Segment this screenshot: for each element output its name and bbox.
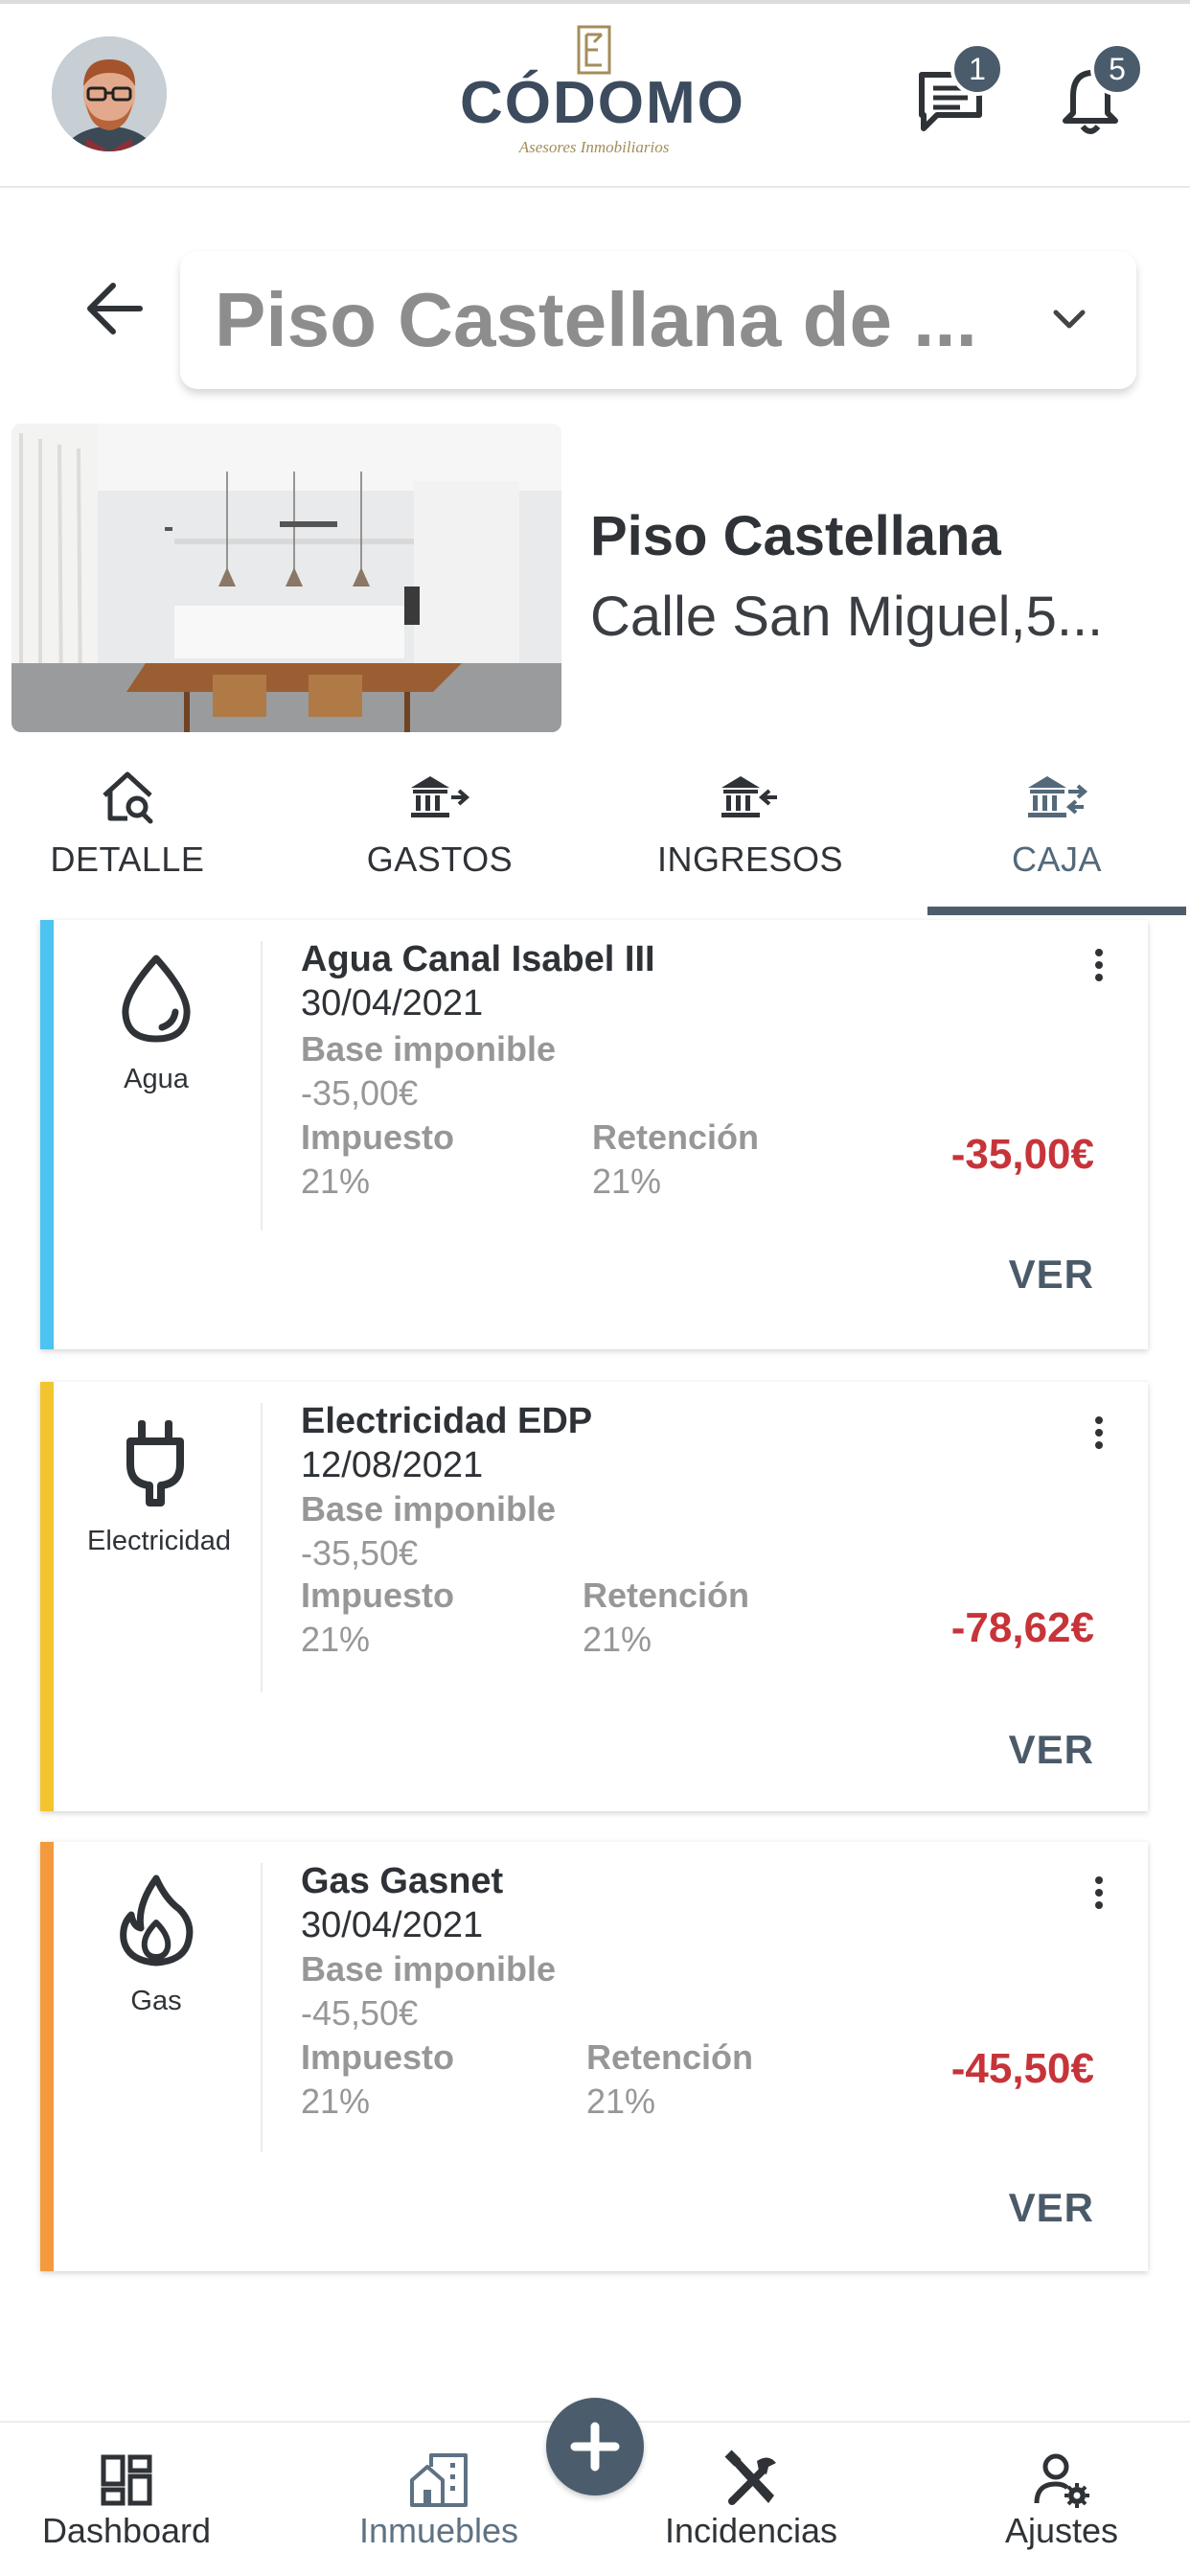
dashboard-icon	[101, 2454, 152, 2506]
add-button[interactable]	[546, 2398, 644, 2496]
back-button[interactable]	[79, 272, 151, 345]
nav-inmuebles-label: Inmuebles	[358, 2511, 519, 2550]
view-button[interactable]: VER	[1009, 1252, 1094, 1298]
view-button[interactable]: VER	[1009, 1727, 1094, 1773]
nav-incidencias[interactable]: Incidencias	[653, 2423, 849, 2576]
active-tab-indicator	[927, 907, 1186, 915]
card-divider	[261, 1863, 263, 2152]
transaction-date: 30/04/2021	[301, 1905, 484, 1945]
card-divider	[261, 941, 263, 1230]
property-selector-value: Piso Castellana de ...	[215, 277, 977, 362]
tab-gastos[interactable]: GASTOS	[291, 757, 588, 918]
view-button[interactable]: VER	[1009, 2185, 1094, 2231]
logo-subtitle: Asesores Inmobiliarios	[518, 138, 670, 156]
retention-value: 21%	[586, 2082, 656, 2121]
user-settings-icon	[1034, 2453, 1089, 2508]
avatar-portrait-icon	[52, 36, 167, 151]
tax-value: 21%	[301, 1162, 371, 1201]
logo-name: CÓDOMO	[460, 70, 745, 136]
card-divider	[261, 1403, 263, 1692]
tools-icon	[724, 2450, 776, 2505]
tax-label: Impuesto	[301, 1576, 455, 1615]
base-label: Base imponible	[301, 1489, 557, 1529]
retention-value: 21%	[592, 1162, 662, 1201]
nav-dashboard[interactable]: Dashboard	[21, 2423, 232, 2576]
retention-value: 21%	[583, 1620, 652, 1659]
transaction-card[interactable]: Agua Agua Canal Isabel III 30/04/2021 Ba…	[40, 920, 1148, 1349]
nav-dashboard-label: Dashboard	[41, 2511, 212, 2550]
plug-icon	[126, 1420, 184, 1506]
transaction-date: 12/08/2021	[301, 1445, 484, 1485]
category-color-bar	[40, 1842, 54, 2271]
tab-detalle[interactable]: DETALLE	[0, 757, 276, 918]
property-tabs: DETALLE GASTOS INGRESOS CAJA	[0, 757, 1190, 918]
notifications-button[interactable]: 5	[1052, 42, 1144, 140]
tab-gastos-label: GASTOS	[366, 840, 514, 879]
nav-incidencias-label: Incidencias	[664, 2511, 838, 2550]
retention-label: Retención	[592, 1117, 760, 1157]
logo-mark-icon	[577, 25, 611, 75]
plus-icon	[570, 2422, 620, 2472]
tab-caja-label: CAJA	[1011, 840, 1103, 879]
water-drop-icon	[122, 954, 191, 1043]
messages-button[interactable]: 1	[912, 42, 1004, 140]
transaction-amount: -78,62€	[950, 1604, 1094, 1651]
category-label: Electricidad	[87, 1526, 231, 1556]
base-value: -35,50€	[301, 1533, 419, 1573]
bank-out-icon	[411, 776, 470, 817]
transaction-amount: -35,00€	[950, 1131, 1094, 1178]
buildings-icon	[410, 2453, 468, 2507]
transaction-card[interactable]: Gas Gas Gasnet 30/04/2021 Base imponible…	[40, 1842, 1148, 2271]
nav-ajustes-label: Ajustes	[1004, 2511, 1119, 2550]
retention-label: Retención	[583, 1576, 750, 1615]
transaction-amount: -45,50€	[950, 2045, 1094, 2092]
kitchen-photo-icon	[11, 424, 561, 732]
tab-detalle-label: DETALLE	[50, 840, 205, 879]
tax-value: 21%	[301, 2082, 371, 2121]
nav-ajustes[interactable]: Ajustes	[977, 2423, 1146, 2576]
property-address: Calle San Miguel,5...	[590, 586, 1104, 648]
base-value: -35,00€	[301, 1073, 419, 1113]
nav-inmuebles[interactable]: Inmuebles	[335, 2423, 542, 2576]
transaction-title: Electricidad EDP	[301, 1401, 593, 1441]
messages-badge: 1	[950, 42, 1004, 96]
transaction-title: Agua Canal Isabel III	[301, 939, 655, 979]
bank-in-icon	[721, 776, 777, 817]
codomo-logo: CÓDOMO Asesores Inmobiliarios	[460, 25, 745, 169]
tab-caja[interactable]: CAJA	[908, 757, 1190, 918]
bank-exchange-icon	[1028, 776, 1088, 817]
transaction-title: Gas Gasnet	[301, 1861, 504, 1901]
tax-label: Impuesto	[301, 2037, 455, 2077]
property-photo	[11, 424, 561, 732]
user-avatar[interactable]	[52, 36, 167, 151]
flame-icon	[120, 1874, 194, 1966]
chevron-down-icon	[1053, 310, 1086, 329]
more-options-icon[interactable]	[1092, 1876, 1106, 1915]
category-color-bar	[40, 920, 54, 1349]
category-label: Agua	[124, 1064, 189, 1094]
more-options-icon[interactable]	[1092, 949, 1106, 987]
tax-value: 21%	[301, 1620, 371, 1659]
arrow-left-icon	[87, 283, 143, 334]
transaction-date: 30/04/2021	[301, 983, 484, 1024]
app-header: CÓDOMO Asesores Inmobiliarios 1 5	[0, 0, 1190, 188]
base-label: Base imponible	[301, 1029, 557, 1069]
more-options-icon[interactable]	[1092, 1416, 1106, 1455]
base-label: Base imponible	[301, 1949, 557, 1989]
transaction-card[interactable]: Electricidad Electricidad EDP 12/08/2021…	[40, 1382, 1148, 1811]
notifications-badge: 5	[1090, 42, 1144, 96]
tab-ingresos[interactable]: INGRESOS	[602, 757, 899, 918]
property-name: Piso Castellana	[590, 505, 1001, 567]
tab-ingresos-label: INGRESOS	[656, 840, 844, 879]
property-selector[interactable]: Piso Castellana de ...	[180, 251, 1136, 389]
retention-label: Retención	[586, 2037, 754, 2077]
tax-label: Impuesto	[301, 1117, 455, 1157]
house-search-icon	[103, 771, 153, 824]
category-color-bar	[40, 1382, 54, 1811]
category-label: Gas	[130, 1986, 182, 2016]
base-value: -45,50€	[301, 1993, 419, 2033]
